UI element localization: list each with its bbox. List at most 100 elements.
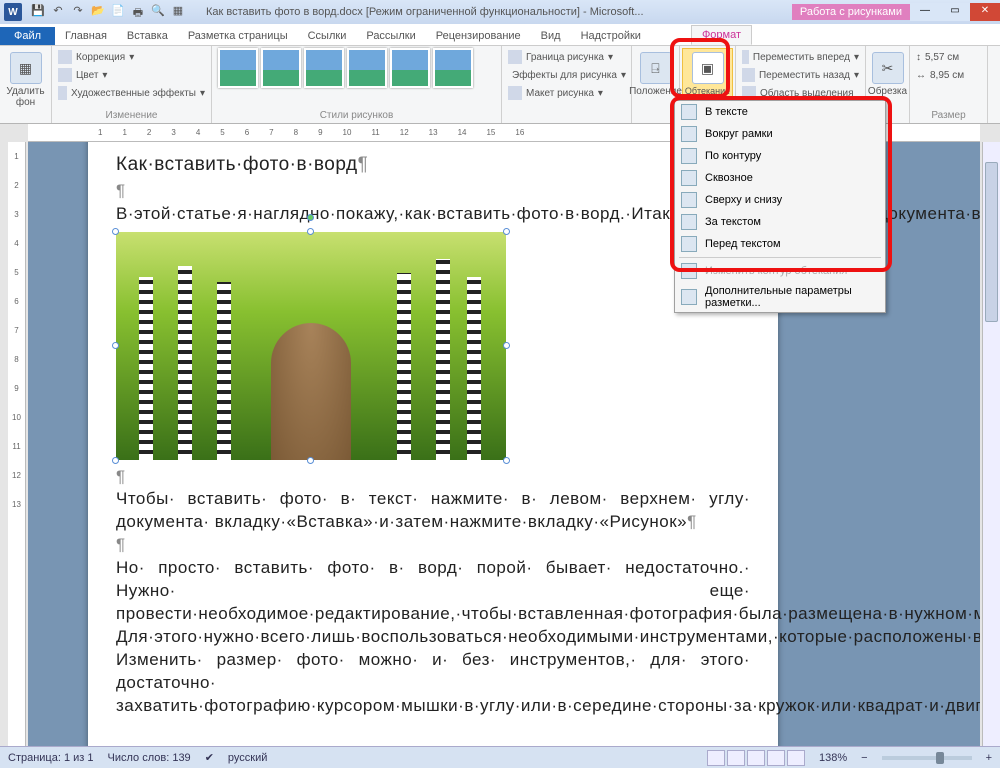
- tab-review[interactable]: Рецензирование: [426, 27, 531, 45]
- doc-paragraph: Но· просто· вставить· фото· в· ворд· пор…: [116, 557, 750, 626]
- position-button[interactable]: ⍈ Положение: [638, 48, 673, 101]
- color-button[interactable]: Цвет ▾: [58, 66, 205, 84]
- style-thumb[interactable]: [433, 48, 473, 88]
- view-web[interactable]: [747, 750, 765, 766]
- wrap-behind[interactable]: За текстом: [675, 211, 885, 233]
- quick-access-toolbar: 💾 ↶ ↷ 📂 📄 🖶 🔍 ▦: [30, 4, 186, 20]
- more-options-icon: [681, 289, 697, 305]
- wrap-top-bottom[interactable]: Сверху и снизу: [675, 189, 885, 211]
- brush-icon: [58, 86, 67, 100]
- qat-undo-icon[interactable]: ↶: [50, 4, 66, 20]
- vertical-scrollbar[interactable]: [982, 142, 1000, 746]
- bring-forward-icon: [742, 50, 749, 64]
- zoom-in-button[interactable]: +: [986, 752, 992, 764]
- send-backward-button[interactable]: Переместить назад ▾: [742, 66, 859, 84]
- doc-paragraph: Изменить· размер· фото· можно· и· без· и…: [116, 649, 750, 718]
- qat-redo-icon[interactable]: ↷: [70, 4, 86, 20]
- status-proofing-icon[interactable]: ✔: [205, 751, 214, 764]
- tab-page-layout[interactable]: Разметка страницы: [178, 27, 298, 45]
- send-backward-icon: [742, 68, 755, 82]
- wrap-through[interactable]: Сквозное: [675, 167, 885, 189]
- qat-open-icon[interactable]: 📂: [90, 4, 106, 20]
- more-layout-options[interactable]: Дополнительные параметры разметки...: [675, 282, 885, 312]
- resize-handle[interactable]: [503, 342, 510, 349]
- bring-forward-button[interactable]: Переместить вперед ▾: [742, 48, 859, 66]
- tab-view[interactable]: Вид: [531, 27, 571, 45]
- style-thumb[interactable]: [218, 48, 258, 88]
- menu-separator: [679, 257, 881, 258]
- qat-new-icon[interactable]: 📄: [110, 4, 126, 20]
- view-outline[interactable]: [767, 750, 785, 766]
- style-thumb[interactable]: [261, 48, 301, 88]
- wrap-through-icon: [681, 170, 697, 186]
- status-page[interactable]: Страница: 1 из 1: [8, 752, 94, 764]
- group-label-change: Изменение: [58, 108, 205, 121]
- picture-border-button[interactable]: Граница рисунка ▾: [508, 48, 625, 66]
- view-print-layout[interactable]: [707, 750, 725, 766]
- style-thumb[interactable]: [347, 48, 387, 88]
- picture-styles-gallery[interactable]: [218, 48, 495, 88]
- window-close-button[interactable]: ✕: [970, 3, 1000, 21]
- view-full-screen[interactable]: [727, 750, 745, 766]
- zoom-level[interactable]: 138%: [819, 752, 847, 764]
- file-tab[interactable]: Файл: [0, 27, 55, 45]
- empty-paragraph: [116, 466, 750, 489]
- resize-handle[interactable]: [503, 228, 510, 235]
- wrap-text-dropdown: В тексте Вокруг рамки По контуру Сквозно…: [674, 100, 886, 313]
- resize-handle[interactable]: [112, 342, 119, 349]
- layout-icon: [508, 86, 522, 100]
- zoom-out-button[interactable]: −: [861, 752, 867, 764]
- wrap-front[interactable]: Перед текстом: [675, 233, 885, 255]
- doc-heading: Как·вставить·фото·в·ворд: [116, 152, 750, 178]
- width-input[interactable]: ↔ 8,95 см: [916, 66, 981, 84]
- inserted-picture[interactable]: [116, 232, 506, 460]
- vertical-ruler[interactable]: 12345678910111213: [8, 142, 26, 746]
- qat-table-icon[interactable]: ▦: [170, 4, 186, 20]
- wrap-tight-icon: [681, 148, 697, 164]
- tab-insert[interactable]: Вставка: [117, 27, 178, 45]
- resize-handle[interactable]: [307, 457, 314, 464]
- qat-preview-icon[interactable]: 🔍: [150, 4, 166, 20]
- rotate-handle[interactable]: [307, 214, 314, 221]
- group-label-size: Размер: [916, 108, 981, 121]
- zoom-slider[interactable]: [882, 756, 972, 760]
- status-word-count[interactable]: Число слов: 139: [108, 752, 191, 764]
- wrap-front-icon: [681, 236, 697, 252]
- group-label-styles: Стили рисунков: [218, 108, 495, 121]
- status-language[interactable]: русский: [228, 752, 267, 764]
- artistic-effects-button[interactable]: Художественные эффекты ▾: [58, 84, 205, 102]
- wrap-square-icon: [681, 126, 697, 142]
- doc-paragraph: В·этой·статье·я·наглядно·покажу,·как·вст…: [116, 203, 750, 226]
- qat-save-icon[interactable]: 💾: [30, 4, 46, 20]
- empty-paragraph: [116, 180, 750, 203]
- picture-effects-button[interactable]: Эффекты для рисунка ▾: [508, 66, 625, 84]
- window-maximize-button[interactable]: ▭: [940, 3, 970, 21]
- tab-home[interactable]: Главная: [55, 27, 117, 45]
- style-thumb[interactable]: [304, 48, 344, 88]
- resize-handle[interactable]: [112, 228, 119, 235]
- remove-background-button[interactable]: ▦ Удалить фон: [6, 48, 45, 112]
- style-thumb[interactable]: [390, 48, 430, 88]
- edit-points-icon: [681, 263, 697, 279]
- crop-button[interactable]: ✂ Обрезка: [872, 48, 903, 101]
- tab-mailings[interactable]: Рассылки: [356, 27, 425, 45]
- resize-handle[interactable]: [112, 457, 119, 464]
- view-draft[interactable]: [787, 750, 805, 766]
- height-input[interactable]: ↕ 5,57 см: [916, 48, 981, 66]
- corrections-button[interactable]: Коррекция ▾: [58, 48, 205, 66]
- status-bar: Страница: 1 из 1 Число слов: 139 ✔ русск…: [0, 746, 1000, 768]
- word-app-icon: W: [4, 3, 22, 21]
- wrap-inline[interactable]: В тексте: [675, 101, 885, 123]
- wrap-square[interactable]: Вокруг рамки: [675, 123, 885, 145]
- qat-print-icon[interactable]: 🖶: [130, 4, 146, 20]
- resize-handle[interactable]: [307, 228, 314, 235]
- scrollbar-thumb[interactable]: [985, 162, 998, 322]
- tab-addins[interactable]: Надстройки: [571, 27, 651, 45]
- resize-handle[interactable]: [503, 457, 510, 464]
- picture-layout-button[interactable]: Макет рисунка ▾: [508, 84, 625, 102]
- tab-format[interactable]: Формат: [691, 25, 752, 45]
- tab-references[interactable]: Ссылки: [298, 27, 357, 45]
- window-minimize-button[interactable]: —: [910, 3, 940, 21]
- ribbon-tabs: Файл Главная Вставка Разметка страницы С…: [0, 24, 1000, 46]
- wrap-tight[interactable]: По контуру: [675, 145, 885, 167]
